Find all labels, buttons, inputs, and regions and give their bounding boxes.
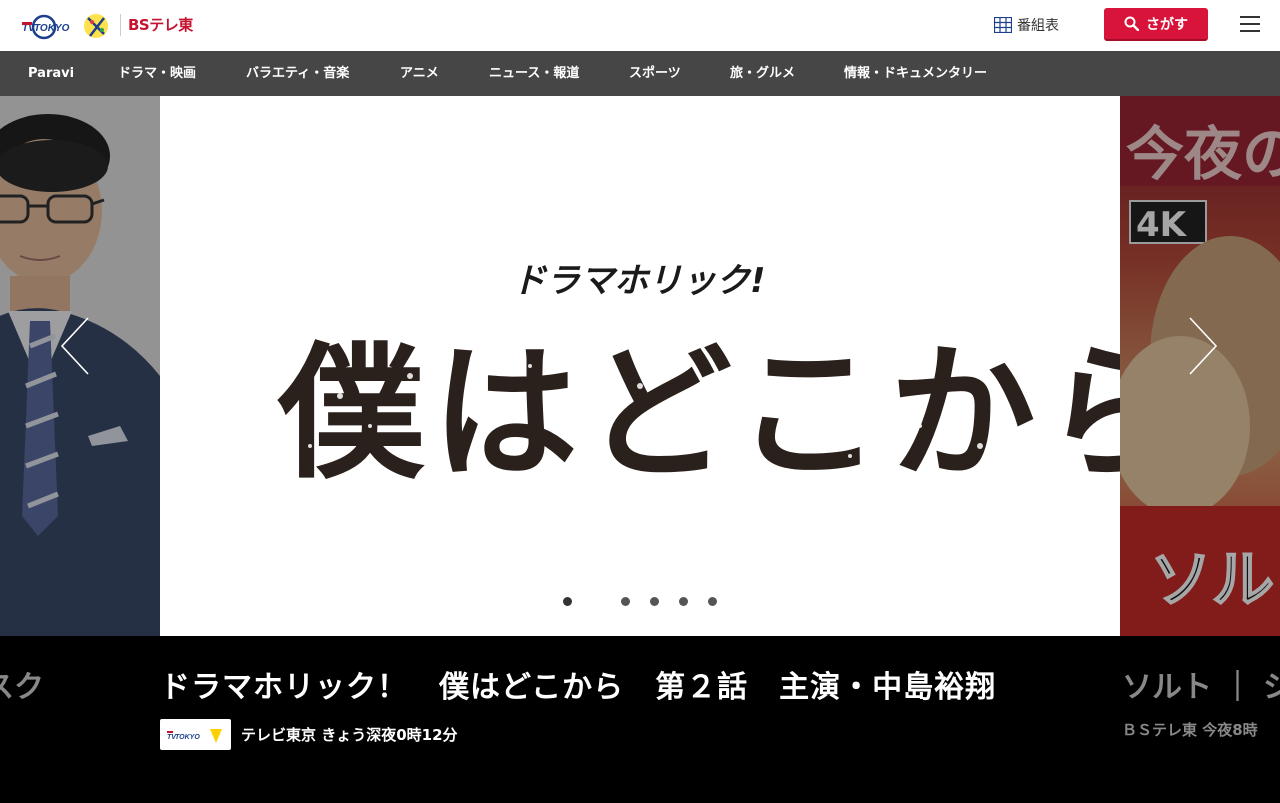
search-icon bbox=[1124, 16, 1139, 31]
hero-carousel: ドラマホリック! 僕はどこから 今夜の 4K ソルト bbox=[0, 96, 1280, 636]
search-button[interactable]: さがす bbox=[1104, 8, 1208, 41]
svg-text:TOKYO: TOKYO bbox=[175, 734, 200, 741]
carousel-dot-2[interactable] bbox=[621, 597, 630, 606]
nav-item-anime[interactable]: アニメ bbox=[400, 51, 439, 96]
series-label: ドラマホリック! bbox=[512, 261, 766, 301]
next-caption-time: ＢＳテレ東 今夜8時 bbox=[1122, 721, 1258, 739]
nav-item-drama[interactable]: ドラマ・映画 bbox=[118, 51, 196, 96]
schedule-label: 番組表 bbox=[1017, 18, 1059, 34]
next-caption-title[interactable]: ソルト ｜ シネ bbox=[1122, 662, 1280, 706]
tv-tokyo-channel-logo: TV TOKYO bbox=[160, 719, 231, 750]
nav-item-sports[interactable]: スポーツ bbox=[629, 51, 681, 96]
carousel-dot-5[interactable] bbox=[708, 597, 717, 606]
site-header: TV TOKYO BSテレ東 番組表 さがす bbox=[0, 0, 1280, 51]
next-arrow-icon[interactable] bbox=[1186, 316, 1220, 376]
carousel-dot-3[interactable] bbox=[650, 597, 659, 606]
category-nav: Paravi ドラマ・映画 バラエティ・音楽 アニメ ニュース・報道 スポーツ … bbox=[0, 51, 1280, 96]
svg-text:TOKYO: TOKYO bbox=[34, 23, 70, 34]
current-caption-channel: TV TOKYO テレビ東京 きょう深夜0時12分 bbox=[160, 719, 458, 750]
carousel-pagination bbox=[560, 597, 720, 607]
current-caption-title[interactable]: ドラマホリック！ 僕はどこから 第２話 主演・中島裕翔 bbox=[160, 662, 996, 706]
carousel-dot-1[interactable] bbox=[563, 597, 572, 606]
nav-item-paravi[interactable]: Paravi bbox=[28, 51, 74, 96]
bs-tv-tokyo-logo[interactable]: BSテレ東 bbox=[128, 14, 193, 36]
nav-item-travel[interactable]: 旅・グルメ bbox=[730, 51, 795, 96]
nav-item-variety[interactable]: バラエティ・音楽 bbox=[246, 51, 349, 96]
nav-item-news[interactable]: ニュース・報道 bbox=[489, 51, 579, 96]
current-caption-time: テレビ東京 きょう深夜0時12分 bbox=[241, 726, 458, 744]
search-label: さがす bbox=[1146, 16, 1188, 33]
tv-tokyo-logo[interactable]: TV TOKYO bbox=[20, 10, 112, 42]
carousel-caption: スク ドラマホリック！ 僕はどこから 第２話 主演・中島裕翔 TV TOKYO … bbox=[0, 636, 1280, 803]
carousel-dot-4[interactable] bbox=[679, 597, 688, 606]
grid-icon bbox=[994, 17, 1012, 33]
logo-divider bbox=[120, 14, 121, 36]
hamburger-menu-icon[interactable] bbox=[1240, 16, 1260, 34]
prev-caption-title[interactable]: スク bbox=[0, 662, 44, 706]
nav-item-info[interactable]: 情報・ドキュメンタリー bbox=[844, 51, 987, 96]
schedule-link[interactable]: 番組表 bbox=[994, 13, 1059, 37]
show-title-logo: 僕はどこから bbox=[277, 328, 1120, 499]
prev-arrow-icon[interactable] bbox=[58, 316, 92, 376]
current-slide-image[interactable]: ドラマホリック! 僕はどこから bbox=[160, 96, 1120, 636]
